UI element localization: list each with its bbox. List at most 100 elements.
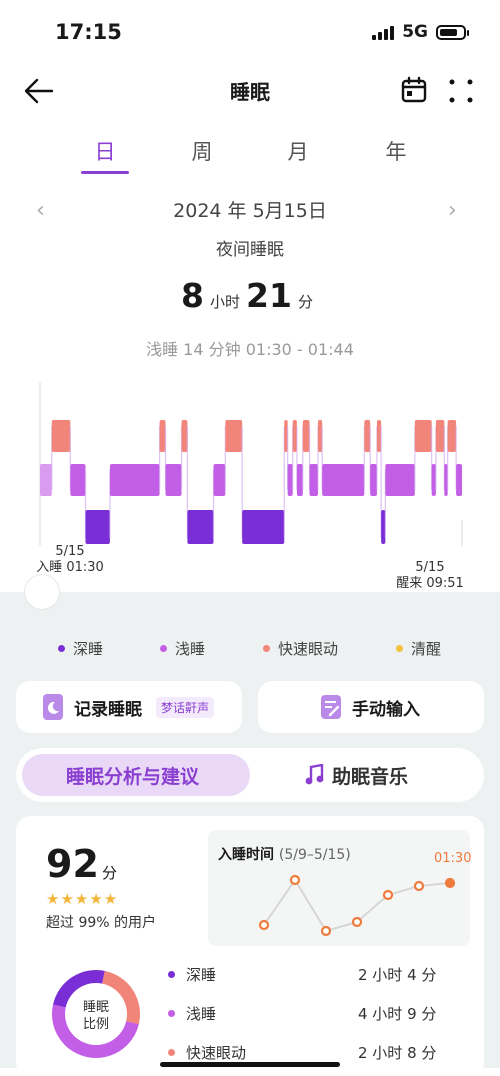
legend-rem-dot xyxy=(263,645,270,652)
legend-rem-label: 快速眼动 xyxy=(278,640,339,658)
legend-awake-label: 清醒 xyxy=(411,640,442,658)
ratio-row-deep: 深睡 2 小时 4 分 xyxy=(168,964,468,986)
donut-label-line1: 睡眠 xyxy=(82,1000,109,1015)
stage-segment-6 xyxy=(165,464,182,496)
stage-segment-4 xyxy=(109,464,160,496)
status-bar: 17:15 5G xyxy=(0,0,500,66)
current-date: 2024 年 5月15日 xyxy=(173,200,327,222)
ratio-light-dot xyxy=(168,1010,175,1017)
trend-range: (5/9–5/15) xyxy=(278,847,351,863)
edit-note-icon xyxy=(321,695,341,719)
stage-segment-5 xyxy=(159,420,166,452)
stage-segment-17 xyxy=(309,464,318,496)
tab-week[interactable]: 周 xyxy=(172,136,232,166)
home-indicator xyxy=(160,1062,340,1067)
date-navigator: ‹ 2024 年 5月15日 › xyxy=(0,196,500,226)
network-type: 5G xyxy=(402,22,428,42)
stage-segment-selected xyxy=(40,464,52,496)
tab-day[interactable]: 日 xyxy=(75,136,135,166)
segment-analysis-label: 睡眠分析与建议 xyxy=(66,766,200,788)
trend-point-5/12 xyxy=(351,916,363,928)
trend-point-5/11 xyxy=(320,925,332,937)
tab-month[interactable]: 月 xyxy=(268,136,328,166)
sleep-talk-snore-badge: 梦话鼾声 xyxy=(156,697,215,718)
manual-input-button[interactable]: 手动输入 xyxy=(258,681,484,733)
ratio-light-name: 浅睡 xyxy=(186,1005,217,1023)
sleep-start-date: 5/15 xyxy=(55,544,85,559)
ratio-row-light: 浅睡 4 小时 9 分 xyxy=(168,1003,468,1025)
calendar-icon[interactable] xyxy=(400,76,428,104)
stage-segment-23 xyxy=(381,510,386,544)
score-percentile: 超过 99% 的用户 xyxy=(46,915,157,931)
stage-segment-8 xyxy=(187,510,214,544)
stage-segment-11 xyxy=(242,510,285,544)
legend-rem: 快速眼动 xyxy=(263,638,338,659)
stage-segment-14 xyxy=(292,420,297,452)
trend-point-5/15 xyxy=(444,877,456,889)
score-stars: ★★★★★ xyxy=(46,890,119,908)
app-header: 睡眠 xyxy=(0,66,500,114)
stage-segment-27 xyxy=(435,420,445,452)
stage-segment-3 xyxy=(85,510,110,544)
trend-point-5/9 xyxy=(258,919,270,931)
trend-point-5/13 xyxy=(382,889,394,901)
status-time: 17:15 xyxy=(55,20,122,44)
duration-hours-unit: 小时 xyxy=(210,293,241,311)
stage-segment-25 xyxy=(414,420,432,452)
stage-legend: 深睡 浅睡 快速眼动 清醒 xyxy=(0,638,500,658)
ratio-rem-dot xyxy=(168,1049,175,1056)
stage-segment-29 xyxy=(447,420,457,452)
sleep-stage-chart[interactable] xyxy=(0,380,500,550)
wake-end-label: 5/15 醒来 09:51 xyxy=(394,560,466,592)
trend-point-5/14 xyxy=(413,880,425,892)
sleep-score-value: 92 xyxy=(46,842,99,886)
ratio-rem-name: 快速眼动 xyxy=(186,1044,247,1062)
wake-time: 醒来 09:51 xyxy=(396,576,464,591)
analysis-music-switch: 睡眠分析与建议 助眠音乐 xyxy=(16,748,484,802)
stage-segment-16 xyxy=(302,420,310,452)
ratio-row-rem: 快速眼动 2 小时 8 分 xyxy=(168,1042,468,1064)
manual-input-label: 手动输入 xyxy=(352,700,420,720)
selected-segment-info: 浅睡 14 分钟 01:30 - 01:44 xyxy=(146,340,354,359)
trend-point-5/10 xyxy=(289,874,301,886)
next-day-chevron-icon[interactable]: › xyxy=(448,198,457,223)
legend-awake-dot xyxy=(396,645,403,652)
duration-hours: 8 xyxy=(181,276,204,315)
stage-segment-20 xyxy=(364,420,371,452)
stage-segment-24 xyxy=(385,464,415,496)
legend-deep-dot xyxy=(58,645,65,652)
stage-segment-15 xyxy=(296,464,303,496)
trend-title-text: 入睡时间 xyxy=(218,847,274,863)
stage-segment-2 xyxy=(70,464,86,496)
legend-deep: 深睡 xyxy=(58,638,103,659)
stage-segment-18 xyxy=(317,420,323,452)
total-duration: 8 小时 21 分 xyxy=(0,276,500,315)
more-dots-icon[interactable] xyxy=(448,78,474,104)
sleep-type-label: 夜间睡眠 xyxy=(216,240,284,260)
stage-segment-10 xyxy=(225,420,243,452)
stage-segment-13 xyxy=(287,464,293,496)
sleep-score-unit: 分 xyxy=(102,864,118,882)
ratio-deep-dot xyxy=(168,971,175,978)
stage-segment-21 xyxy=(370,464,377,496)
signal-icon xyxy=(372,24,395,40)
stage-segment-26 xyxy=(431,464,436,496)
record-sleep-icon xyxy=(43,694,63,720)
active-tab-indicator xyxy=(81,171,129,174)
chart-scrubber-handle[interactable] xyxy=(24,574,60,610)
stage-segment-19 xyxy=(322,464,365,496)
legend-light-dot xyxy=(160,645,167,652)
ratio-deep-value: 2 小时 4 分 xyxy=(358,966,437,984)
legend-awake: 清醒 xyxy=(396,638,441,659)
ratio-rem-value: 2 小时 8 分 xyxy=(358,1044,437,1062)
legend-light: 浅睡 xyxy=(160,638,205,659)
duration-minutes-unit: 分 xyxy=(297,293,313,311)
donut-label-line2: 比例 xyxy=(82,1017,109,1032)
record-sleep-button[interactable]: 记录睡眠 梦话鼾声 xyxy=(16,681,242,733)
wake-date: 5/15 xyxy=(415,560,445,575)
sleep-start-label: 5/15 入睡 01:30 xyxy=(36,544,104,576)
tab-year[interactable]: 年 xyxy=(366,136,426,166)
segment-music-label[interactable]: 助眠音乐 xyxy=(332,762,408,789)
stage-segment-7 xyxy=(181,420,188,452)
donut-center-label: 睡眠 比例 xyxy=(70,999,122,1033)
